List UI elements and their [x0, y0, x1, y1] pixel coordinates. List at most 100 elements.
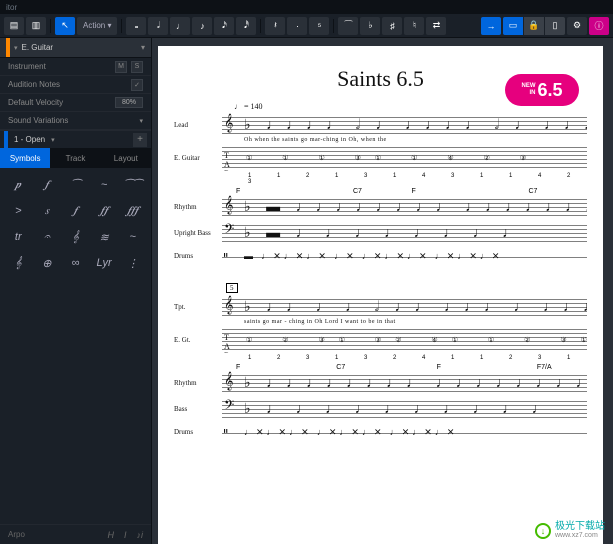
quarter-note-button[interactable]: ♩: [170, 17, 190, 35]
audition-checkbox[interactable]: ✓: [131, 79, 143, 91]
velocity-value[interactable]: 80%: [115, 97, 143, 108]
bass2-staff[interactable]: 𝄢♭ ♩ ♩ ♩ ♩ ♩ ♩ ♩ ♩ ♩ ♩: [222, 397, 587, 421]
chevron-down-icon[interactable]: ▾: [139, 117, 143, 125]
rhythm-chords-2: F C7 F F7/A: [236, 364, 587, 371]
tab-track[interactable]: Track: [50, 148, 100, 168]
layer-row[interactable]: 1 - Open ▾ +: [0, 130, 151, 148]
symbol-f[interactable]: 𝆑: [63, 200, 88, 222]
channel-header[interactable]: ▾ E. Guitar ▾: [0, 38, 151, 58]
score-viewport[interactable]: Saints 6.5 NEW IN 6.5 = 140 Lead 𝄞♭ ♩♩♩♩…: [152, 38, 613, 544]
variations-row: Sound Variations ▾: [0, 112, 151, 130]
rest-button[interactable]: 𝄽: [265, 17, 285, 35]
arpo-note[interactable]: ♪i: [137, 530, 144, 540]
rhythm2-staff-row: Rhythm 𝄞♭ ♩♩♩♩♩♩♩♩ ♩♩♩♩♩♩♩♩ ♩♩♩♩♩♩♩♩: [174, 371, 587, 395]
play-button[interactable]: →: [481, 17, 501, 35]
separator: [121, 19, 122, 33]
drums2-staff[interactable]: 𝄥♩✕♩✕♩✕ ♩✕♩✕♩✕ ♩✕♩✕♩✕: [222, 423, 587, 441]
tab-fingering: 1 1 2 1 3 1 4 3 1 1 4 2 3: [248, 173, 587, 185]
rhythm2-staff[interactable]: 𝄞♭ ♩♩♩♩♩♩♩♩ ♩♩♩♩♩♩♩♩ ♩♩♩♩♩♩♩♩: [222, 371, 587, 395]
symbol-trill[interactable]: tr: [6, 226, 31, 248]
drums-staff[interactable]: 𝄥▬ ♩✕♩✕♩✕ ♩✕ ♩✕♩✕♩✕ ♩✕♩✕♩✕: [222, 247, 587, 265]
mute-solo-controls: M S: [115, 61, 143, 73]
symbol-fff[interactable]: 𝆑𝆑𝆑: [120, 200, 145, 222]
panel-toggle-1[interactable]: ▤: [4, 17, 24, 35]
symbol-clef[interactable]: 𝄞: [63, 226, 88, 248]
row-label: Default Velocity: [8, 98, 63, 107]
tab-symbols[interactable]: Symbols: [0, 148, 50, 168]
settings-icon[interactable]: ⚙: [567, 17, 587, 35]
rhythm-staff-row: Rhythm 𝄞♭ ▬ ♩♩♩♩♩♩♩♩ ♩♩♩♩♩♩♩♩ ♩♩♩♩: [174, 195, 587, 219]
instrument-row: Instrument M S: [0, 58, 151, 76]
window-titlebar: itor: [0, 0, 613, 14]
row-label: Sound Variations: [8, 116, 68, 125]
add-layer-button[interactable]: +: [133, 133, 147, 147]
symbol-gclef[interactable]: 𝄞: [6, 252, 31, 274]
symbol-slur[interactable]: ⁀: [63, 174, 88, 196]
symbol-sf[interactable]: 𝆍: [35, 200, 60, 222]
eighth-note-button[interactable]: ♪: [192, 17, 212, 35]
solo-button[interactable]: S: [131, 61, 143, 73]
badge-version: 6.5: [537, 80, 562, 101]
whole-note-button[interactable]: 𝅝: [126, 17, 146, 35]
tie-button[interactable]: ⁀: [338, 17, 358, 35]
symbol-inf[interactable]: ∞: [63, 252, 88, 274]
pointer-tool-button[interactable]: ↖: [55, 17, 75, 35]
eguitar-tab-staff[interactable]: TAB① ① ① ③① ① ④ ② ③: [222, 145, 587, 171]
symbol-accent[interactable]: >: [6, 200, 31, 222]
rehearsal-mark: 5: [226, 283, 238, 293]
separator: [333, 19, 334, 33]
panel-toggle-2[interactable]: ▥: [26, 17, 46, 35]
velocity-row: Default Velocity 80%: [0, 94, 151, 112]
egt-tab-staff[interactable]: TAB① ② ③① ③② ④① ① ② ③①: [222, 327, 587, 353]
dot-button[interactable]: ·: [287, 17, 307, 35]
thirtysecond-note-button[interactable]: 𝅘𝅥𝅰: [236, 17, 256, 35]
rhythm-chords: F C7 F C7: [236, 188, 587, 195]
lead-staff[interactable]: 𝄞♭ ♩♩♩♩ 𝅗𝅥 ♩ ♩♩♩♩ 𝅗𝅥 ♩ ♩♩♩♩: [222, 113, 587, 137]
symbol-ff[interactable]: 𝆑𝆑: [92, 200, 117, 222]
arpo-h[interactable]: H: [107, 530, 114, 540]
natural-button[interactable]: ♮: [404, 17, 424, 35]
symbol-forte[interactable]: 𝆑: [35, 174, 60, 196]
mute-button[interactable]: M: [115, 61, 127, 73]
tab-layout[interactable]: Layout: [101, 148, 151, 168]
symbol-more[interactable]: ⋮: [120, 252, 145, 274]
staff-label: E. Guitar: [174, 154, 222, 162]
view-continuous-button[interactable]: ▯: [545, 17, 565, 35]
left-sidebar: ▾ E. Guitar ▾ Instrument M S Audition No…: [0, 38, 152, 544]
arpo-label: Arpo: [8, 530, 25, 539]
view-lock-button[interactable]: 🔒: [524, 17, 544, 35]
arpo-i[interactable]: I: [124, 530, 127, 540]
flat-button[interactable]: ♭: [360, 17, 380, 35]
enharmonic-button[interactable]: ⇄: [426, 17, 446, 35]
watermark-icon: ↓: [535, 523, 551, 539]
view-page-button[interactable]: ▭: [503, 17, 523, 35]
action-dropdown[interactable]: Action ▾: [77, 17, 117, 35]
chevron-down-icon: ▾: [14, 44, 18, 52]
tuplet-button[interactable]: ⁵: [309, 17, 329, 35]
staff-label: Rhythm: [174, 379, 222, 387]
symbol-gliss[interactable]: ~: [120, 226, 145, 248]
rhythm-staff[interactable]: 𝄞♭ ▬ ♩♩♩♩♩♩♩♩ ♩♩♩♩♩♩♩♩ ♩♩♩♩: [222, 195, 587, 219]
symbol-circled[interactable]: ⊕: [35, 252, 60, 274]
watermark-name: 极光下载站: [555, 522, 605, 531]
arpo-row: Arpo H I ♪i: [0, 524, 151, 544]
half-note-button[interactable]: 𝅗𝅥: [148, 17, 168, 35]
inspector-button[interactable]: ⓘ: [589, 17, 609, 35]
symbol-lyrics[interactable]: Lyr: [92, 252, 117, 274]
row-label: Instrument: [8, 62, 46, 71]
bass-staff[interactable]: 𝄢♭ ▬ ♩ ♩ ♩ ♩ ♩ ♩ ♩ ♩: [222, 221, 587, 245]
staff-label: Drums: [174, 252, 222, 260]
bass-staff-row: Upright Bass 𝄢♭ ▬ ♩ ♩ ♩ ♩ ♩ ♩ ♩ ♩: [174, 221, 587, 245]
watermark-site: www.xz7.com: [555, 531, 605, 540]
symbol-ornament[interactable]: ≋: [92, 226, 117, 248]
symbol-dynamics[interactable]: 𝆏: [6, 174, 31, 196]
symbol-wave[interactable]: ~: [92, 174, 117, 196]
symbol-tie[interactable]: ⁀⁀: [120, 174, 145, 196]
separator: [50, 19, 51, 33]
chevron-down-icon: ▾: [51, 136, 55, 144]
sixteenth-note-button[interactable]: 𝅘𝅥𝅯: [214, 17, 234, 35]
channel-menu-icon[interactable]: ▾: [141, 43, 145, 52]
tpt-staff[interactable]: 𝄞♭ ♩♩ ♩ ♩ 𝅗𝅥 ♩♩ ♩♩♩ ♩ ♩♩♩: [222, 295, 587, 319]
sharp-button[interactable]: ♯: [382, 17, 402, 35]
symbol-fermata[interactable]: 𝄐: [35, 226, 60, 248]
